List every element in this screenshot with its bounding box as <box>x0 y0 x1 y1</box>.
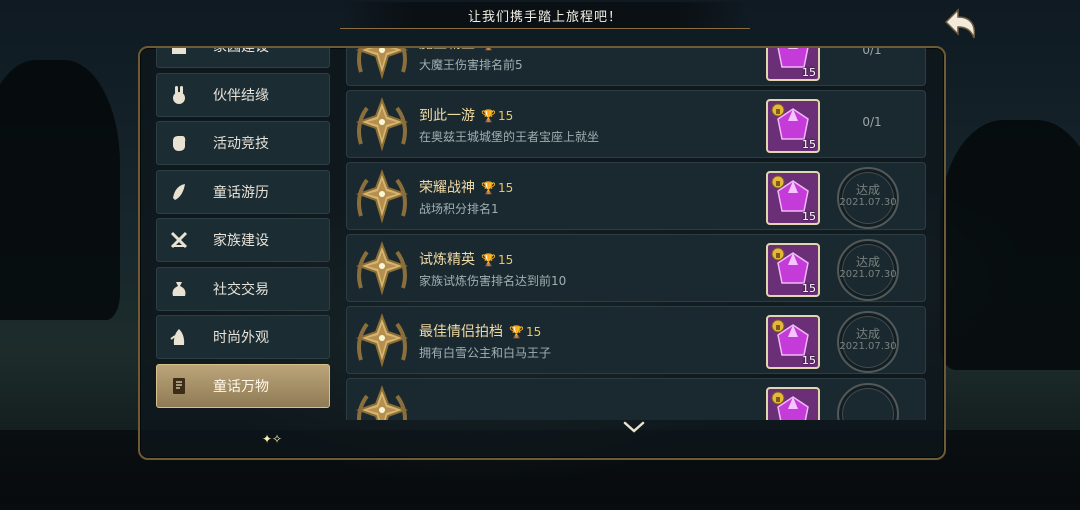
fashion-icon <box>169 327 189 347</box>
stamp-text: 达成 <box>855 183 880 197</box>
back-arrow-icon <box>944 8 976 39</box>
reward-quantity: 15 <box>802 66 816 79</box>
trophy-icon: 🏆 <box>481 181 496 195</box>
achievement-points: 15 <box>497 109 514 123</box>
fist-icon <box>169 133 189 153</box>
sidebar-item-3[interactable]: 活动竞技 <box>156 121 330 165</box>
reward-quantity: 15 <box>802 282 816 295</box>
achievement-title: 到此一游 🏆 15 <box>419 108 514 124</box>
reward-gem-item[interactable]: 15 <box>766 243 820 297</box>
money-bag-icon <box>169 279 189 299</box>
achievement-row[interactable]: 试炼精英 🏆 15 家族试炼伤害排名达到前10 15 达成 2021.07.30 <box>346 234 926 302</box>
achievement-medal-icon <box>353 310 411 370</box>
achievement-points: 15 <box>525 325 542 339</box>
achievement-list[interactable]: 魔王霸王🏆15 大魔王伤害排名前5 15 0/1 到此一游🏆15 在奥兹王城城堡的王者宝座… <box>346 48 926 420</box>
completed-stamp: 达成 2021.07.30 <box>837 311 899 373</box>
feather-icon <box>169 182 189 202</box>
achievement-title: 荣耀战神 🏆 15 <box>419 180 514 196</box>
top-banner: 让我们携手踏上旅程吧！ <box>340 2 750 29</box>
trophy-icon: 🏆 <box>481 109 496 123</box>
achievement-title: 试炼精英 🏆 15 <box>419 252 514 268</box>
house-icon <box>169 48 189 56</box>
sidebar-item-5[interactable]: 家族建设 <box>156 218 330 262</box>
reward-gem-item[interactable]: 15 <box>766 99 820 153</box>
achievement-row[interactable]: 最佳情侣拍档 🏆 15 拥有白雪公主和白马王子 15 达成 2021.07.30 <box>346 306 926 374</box>
sidebar-item-7[interactable]: 时尚外观 <box>156 315 330 359</box>
sidebar-item-label: 时尚外观 <box>213 330 269 346</box>
scroll-down-chevron-icon[interactable] <box>622 420 646 434</box>
stamp-text: 达成 <box>855 255 880 269</box>
achievement-points: 15 <box>497 181 514 195</box>
completion-date: 2021.07.30 <box>839 341 897 352</box>
sidebar-item-1[interactable]: 家园建设 <box>156 48 330 68</box>
achievement-description: 战场积分排名1 <box>419 202 499 216</box>
achievement-row[interactable]: 魔王霸王🏆15 大魔王伤害排名前5 15 0/1 <box>346 48 926 86</box>
achievement-medal-icon <box>353 94 411 154</box>
sidebar-item-label: 家族建设 <box>213 233 269 249</box>
sidebar-item-4[interactable]: 童话游历 <box>156 169 330 214</box>
category-sidebar[interactable]: 家园建设伙伴结缘活动竞技童话游历家族建设社交交易时尚外观童话万物 <box>156 48 330 432</box>
background-tree <box>0 60 120 320</box>
reward-quantity: 15 <box>802 138 816 151</box>
achievement-points: 15 <box>498 48 513 51</box>
achievement-row[interactable]: 荣耀战神 🏆 15 战场积分排名1 15 达成 2021.07.30 <box>346 162 926 230</box>
stamp-text: 达成 <box>855 327 880 341</box>
achievement-description: 家族试炼伤害排名达到前10 <box>419 274 567 288</box>
sidebar-item-label: 童话游历 <box>213 184 269 201</box>
achievement-description: 大魔王伤害排名前5 <box>419 58 523 72</box>
sidebar-item-label: 童话万物 <box>213 378 269 395</box>
banner-text: 让我们携手踏上旅程吧！ <box>467 9 622 25</box>
achievement-progress: 0/1 <box>862 48 882 57</box>
sidebar-item-6[interactable]: 社交交易 <box>156 266 330 311</box>
reward-quantity: 15 <box>802 354 816 367</box>
achievement-title: 魔王霸王🏆15 <box>419 48 513 53</box>
sidebar-item-8[interactable]: 童话万物 <box>156 363 330 408</box>
sidebar-item-label: 伙伴结缘 <box>213 87 269 104</box>
sidebar-item-label: 家园建设 <box>213 48 269 56</box>
reward-gem-item[interactable] <box>766 387 820 420</box>
completion-date: 2021.07.30 <box>839 269 897 280</box>
back-button[interactable] <box>934 2 982 48</box>
reward-gem-item[interactable]: 15 <box>766 171 820 225</box>
rabbit-icon <box>169 85 189 105</box>
firefly-decoration: ✦✧ <box>262 432 283 446</box>
achievement-description: 拥有白雪公主和白马王子 <box>419 346 552 360</box>
achievement-progress: 0/1 <box>862 115 882 129</box>
completed-stamp: 达成 2021.07.30 <box>837 167 899 229</box>
trophy-icon: 🏆 <box>509 325 524 339</box>
completed-stamp: 达成 2021.07.30 <box>837 239 899 301</box>
book-icon <box>169 376 189 396</box>
reward-gem-item[interactable]: 15 <box>766 48 820 81</box>
sidebar-item-label: 社交交易 <box>213 281 269 298</box>
achievement-medal-icon <box>353 238 411 298</box>
sidebar-item-label: 活动竞技 <box>213 136 269 152</box>
achievement-medal-icon <box>353 48 411 82</box>
achievement-row[interactable] <box>346 378 926 420</box>
sidebar-item-2[interactable]: 伙伴结缘 <box>156 72 330 117</box>
achievement-medal-icon <box>353 382 411 420</box>
achievement-row[interactable]: 到此一游 🏆 15 在奥兹王城城堡的王者宝座上就坐 15 0/1 <box>346 90 926 158</box>
trophy-icon: 🏆 <box>481 48 496 51</box>
crossed-swords-icon <box>169 230 189 250</box>
achievement-points: 15 <box>497 253 514 267</box>
achievement-title: 最佳情侣拍档 🏆 15 <box>419 324 542 340</box>
reward-gem-item[interactable]: 15 <box>766 315 820 369</box>
completed-stamp <box>837 383 899 420</box>
achievement-medal-icon <box>353 166 411 226</box>
reward-quantity: 15 <box>802 210 816 223</box>
achievement-description: 在奥兹王城城堡的王者宝座上就坐 <box>419 130 600 144</box>
completion-date: 2021.07.30 <box>839 197 897 208</box>
background-tree <box>940 120 1080 370</box>
trophy-icon: 🏆 <box>481 253 496 267</box>
